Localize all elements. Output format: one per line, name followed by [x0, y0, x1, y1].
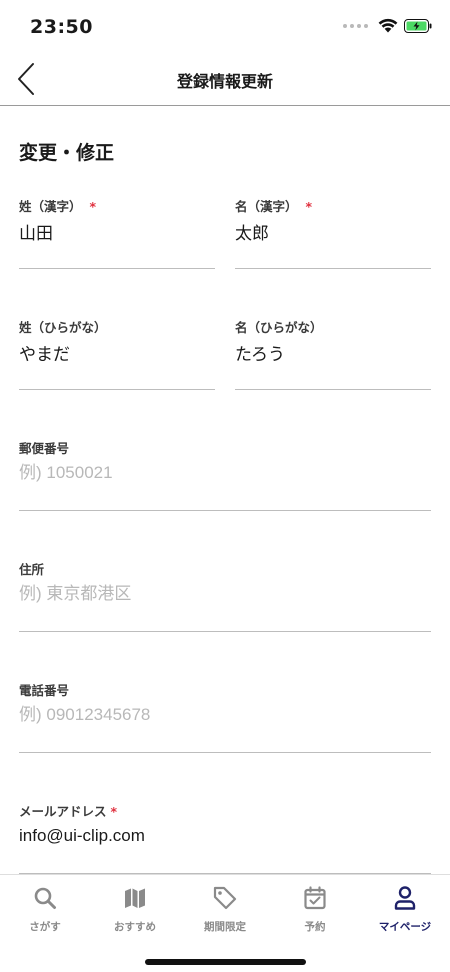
postal-code-label: 郵便番号: [19, 441, 70, 456]
first-name-kanji-field: 名（漢字） *: [235, 196, 431, 269]
address-label: 住所: [19, 562, 45, 577]
phone-input[interactable]: [19, 705, 431, 725]
required-mark: *: [110, 804, 118, 819]
last-name-kanji-label: 姓（漢字） *: [19, 199, 97, 214]
tab-label: 期間限定: [204, 921, 246, 933]
nav-bar: 登録情報更新: [0, 52, 450, 106]
phone-label: 電話番号: [19, 683, 70, 698]
battery-icon: [404, 18, 432, 33]
signal-icon: [343, 23, 368, 28]
wifi-icon: [378, 18, 398, 33]
postal-code-input[interactable]: [19, 463, 431, 483]
search-icon: [33, 883, 57, 913]
address-input[interactable]: [19, 584, 431, 604]
address-field: 住所: [19, 559, 431, 632]
email-field: メールアドレス *: [19, 801, 431, 874]
section-title: 変更・修正: [19, 142, 115, 164]
status-indicators: [343, 18, 432, 33]
map-icon: [123, 883, 147, 913]
last-name-kanji-input[interactable]: [19, 221, 215, 241]
postal-code-field: 郵便番号: [19, 438, 431, 511]
tab-search[interactable]: さがす: [0, 883, 90, 939]
status-bar: 23:50: [0, 0, 450, 52]
required-mark: *: [305, 199, 313, 214]
email-input[interactable]: [19, 826, 431, 846]
first-name-kanji-label: 名（漢字） *: [235, 199, 313, 214]
tab-reservation[interactable]: 予約: [270, 883, 360, 939]
last-name-kanji-field: 姓（漢字） *: [19, 196, 215, 269]
tab-mypage[interactable]: マイページ: [360, 883, 450, 939]
registration-form: 変更・修正 姓（漢字）* 名（漢字）* 姓（ひらがな） 名（ひらがな） 郵便番号…: [0, 106, 450, 874]
tab-bar: さがす おすすめ 期間限定 予約 マイページ: [0, 874, 450, 972]
email-label: メールアドレス *: [19, 804, 118, 819]
tag-icon: [212, 883, 238, 913]
tab-label: マイページ: [378, 921, 432, 933]
tab-limited[interactable]: 期間限定: [180, 883, 270, 939]
page-title: 登録情報更新: [176, 72, 273, 91]
person-icon: [393, 883, 417, 913]
required-mark: *: [89, 199, 97, 214]
first-name-kana-input[interactable]: [235, 342, 431, 362]
tab-label: さがす: [29, 921, 61, 933]
first-name-kana-field: 名（ひらがな）: [235, 317, 431, 390]
tab-label: 予約: [304, 921, 326, 933]
last-name-kana-field: 姓（ひらがな）: [19, 317, 215, 390]
home-indicator: [145, 959, 306, 965]
calendar-check-icon: [303, 883, 327, 913]
last-name-kana-label: 姓（ひらがな）: [19, 320, 107, 335]
first-name-kanji-input[interactable]: [235, 221, 431, 241]
tab-recommend[interactable]: おすすめ: [90, 883, 180, 939]
last-name-kana-input[interactable]: [19, 342, 215, 362]
phone-field: 電話番号: [19, 680, 431, 753]
tab-label: おすすめ: [114, 921, 156, 933]
status-time: 23:50: [30, 16, 93, 38]
first-name-kana-label: 名（ひらがな）: [235, 320, 323, 335]
